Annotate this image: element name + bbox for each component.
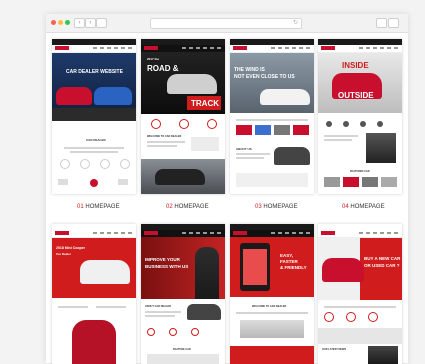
homepage-06-preview[interactable]: IMPROVE YOUR BUSINESS WITH US ABOUT CAR … [141, 224, 225, 364]
dark-car-image [274, 147, 310, 165]
white-car-image [260, 89, 310, 105]
reload-icon[interactable]: ↻ [293, 19, 298, 28]
feature-icon [100, 159, 110, 169]
homepage-05-preview[interactable]: 2018 Mini Cooper Car Dealer [52, 224, 136, 364]
homepage-04-preview[interactable]: INSIDE OUTSIDE FEATURED CAR [318, 39, 402, 194]
new-tab-icon[interactable] [388, 18, 399, 28]
logo [321, 231, 335, 235]
feature-icon [151, 119, 161, 129]
logo [144, 46, 158, 50]
feature-icon [368, 312, 378, 322]
close-window-icon[interactable] [51, 20, 56, 25]
hero-banner: THE WIND IS NOT EVEN CLOSE TO US [230, 53, 314, 113]
section-title: OUR LATEST NEWS [322, 348, 346, 351]
hero-banner: EASY, FASTER & FRIENDLY [230, 237, 314, 297]
section-title: ABOUT CAR DEALER [145, 305, 171, 308]
feature-icon [360, 121, 366, 127]
section-title: WELCOME TO CAR DEALER [147, 135, 182, 138]
car-listing-image [255, 125, 271, 135]
dark-car-image [187, 304, 221, 320]
back-icon[interactable]: ‹ [74, 18, 85, 28]
wheel-icon [90, 179, 98, 187]
feature-icon [346, 312, 356, 322]
hero-title: CAR DEALER WEBSITE [66, 69, 123, 75]
homepage-01-caption[interactable]: 01 HOMEPAGE [77, 204, 120, 210]
section-title: ABOUT US [236, 147, 252, 151]
section-title: WELCOME TO CAR DEALER [252, 305, 287, 308]
feature-icon [120, 159, 130, 169]
logo [144, 231, 158, 235]
feature-icon [377, 121, 383, 127]
section-title: FEATURED CAR [350, 170, 370, 173]
minimize-window-icon[interactable] [58, 20, 63, 25]
hero-banner: BUY A NEW CAR OR USED CAR ? [318, 238, 402, 300]
homepage-04-caption[interactable]: 04 HOMEPAGE [342, 204, 385, 210]
homepage-08-preview[interactable]: BUY A NEW CAR OR USED CAR ? OUR LATEST N… [318, 224, 402, 364]
person-image [368, 346, 398, 364]
mechanic-image [195, 247, 219, 299]
logo [55, 46, 69, 50]
homepage-02-preview[interactable]: 2017 the ROAD & TRACK WELCOME TO CAR DEA… [141, 39, 225, 194]
car-image [240, 320, 304, 338]
hero-banner: CAR DEALER WEBSITE [52, 53, 136, 121]
mini-cooper-image [80, 260, 130, 284]
homepage-02-caption[interactable]: 02 HOMEPAGE [166, 204, 209, 210]
car-listing-image [293, 125, 309, 135]
logo [321, 46, 335, 50]
maximize-window-icon[interactable] [65, 20, 70, 25]
feature-icon [191, 328, 199, 336]
homepage-03-preview[interactable]: THE WIND IS NOT EVEN CLOSE TO US ABOUT U… [230, 39, 314, 194]
feature-icon [60, 159, 70, 169]
car-listing-image [236, 125, 252, 135]
share-icon[interactable] [376, 18, 387, 28]
red-car-image [56, 87, 92, 105]
section-title: CAR DEALER [86, 138, 106, 142]
red-car-top-view-image [72, 320, 116, 364]
homepage-01-preview[interactable]: CAR DEALER WEBSITE CAR DEALER [52, 39, 136, 194]
feature-icon [80, 159, 90, 169]
hero-banner: 2017 the ROAD & TRACK [141, 52, 225, 114]
feature-icon [179, 119, 189, 129]
hero-banner: IMPROVE YOUR BUSINESS WITH US [141, 237, 225, 299]
feature-icon [343, 121, 349, 127]
homepage-07-preview[interactable]: EASY, FASTER & FRIENDLY WELCOME TO CAR D… [230, 224, 314, 364]
feature-icon [207, 119, 217, 129]
feature-icon [324, 312, 334, 322]
logo [55, 231, 69, 235]
feature-icon [169, 328, 177, 336]
sidebar-icon[interactable] [96, 18, 107, 28]
red-car-image [322, 258, 364, 282]
logo [233, 231, 247, 235]
hero-banner: INSIDE OUTSIDE [318, 53, 402, 113]
mechanic-image [366, 133, 396, 163]
logo [233, 46, 247, 50]
forward-icon[interactable]: › [85, 18, 96, 28]
car-listing-image [274, 125, 290, 135]
feature-icon [147, 328, 155, 336]
hero-banner: 2018 Mini Cooper Car Dealer [52, 238, 136, 298]
silver-car-image [167, 74, 217, 94]
blue-car-image [94, 87, 132, 105]
browser-toolbar: ‹ › ↻ [46, 14, 408, 33]
browser-window: ‹ › ↻ CAR DEALER WEBSITE CAR DEALER 01 H… [46, 14, 408, 364]
feature-icon [326, 121, 332, 127]
homepage-03-caption[interactable]: 03 HOMEPAGE [255, 204, 298, 210]
address-bar[interactable]: ↻ [150, 18, 302, 29]
section-title: FEATURE CAR [173, 348, 191, 351]
